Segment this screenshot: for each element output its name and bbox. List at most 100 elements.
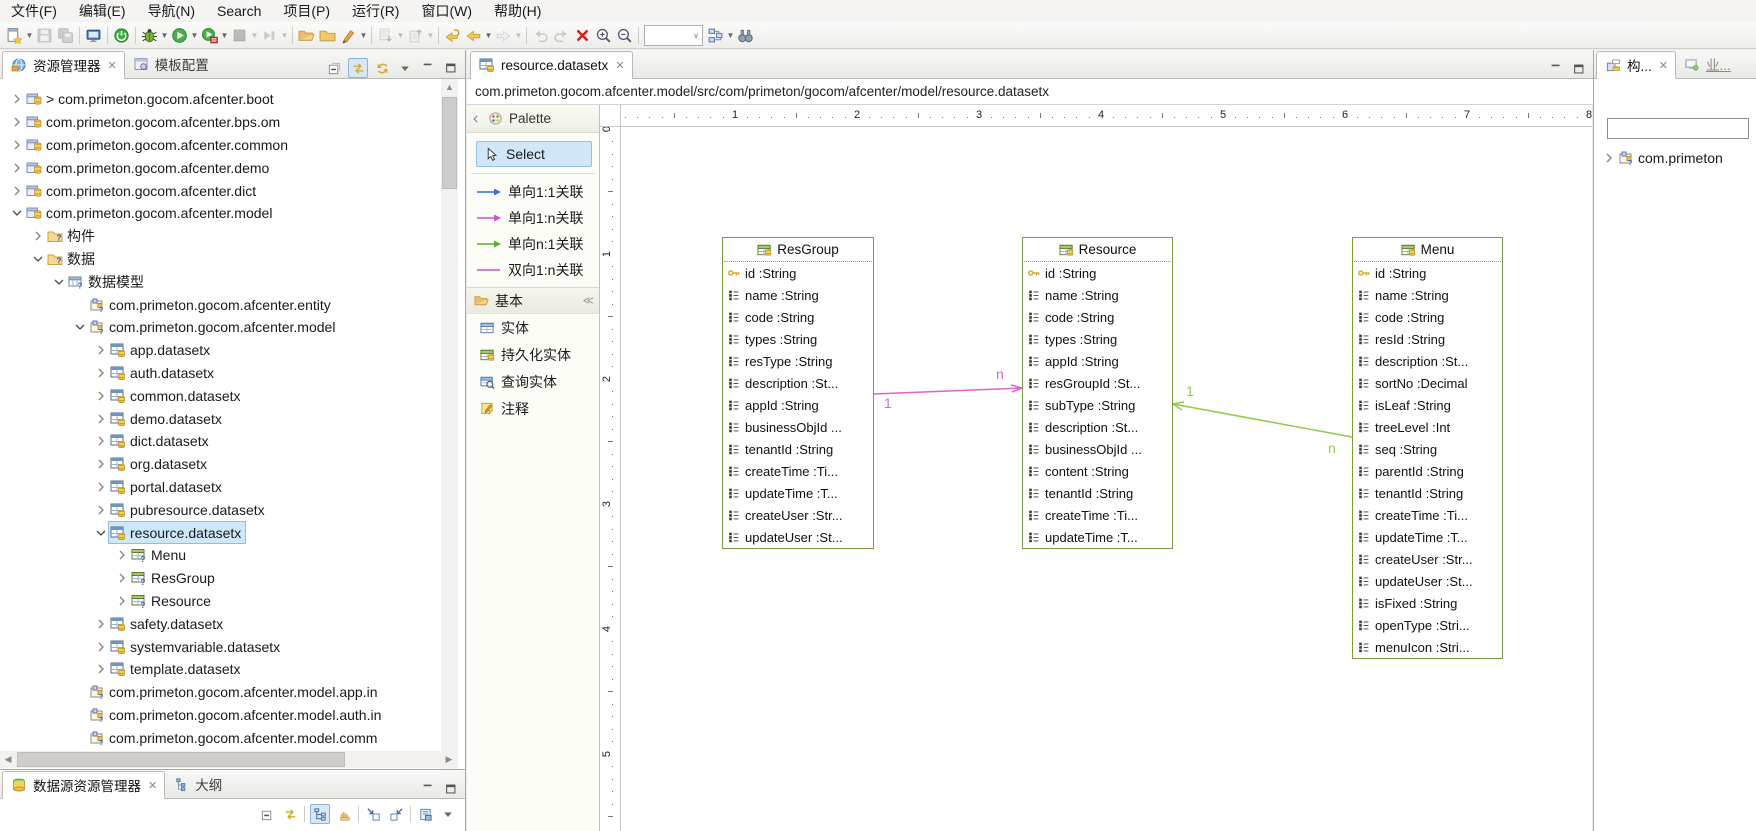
dropdown-arrow-icon[interactable]: ▼ [514, 31, 523, 40]
chevron-right-icon[interactable] [8, 114, 25, 130]
entity-field[interactable]: updateTime :T... [1023, 526, 1172, 548]
entity-box-resource[interactable]: Resourceid :Stringname :Stringcode :Stri… [1022, 237, 1173, 549]
tree-item-body[interactable]: ?Menu [130, 545, 190, 566]
tab-resource-explorer[interactable]: 资源管理器 ✕ [2, 51, 125, 79]
tree-item[interactable]: ?com.primeton.gocom.afcenter.model.auth.… [0, 704, 441, 727]
entity-box-resgroup[interactable]: ResGroupid :Stringname :Stringcode :Stri… [722, 237, 874, 549]
tree-item[interactable]: ?com.primeton.gocom.afcenter.model.app.i… [0, 681, 441, 704]
minimize-icon[interactable] [1547, 60, 1565, 78]
chevron-down-icon[interactable] [8, 205, 25, 221]
palette-tool-单向n:1关联[interactable]: 单向n:1关联 [467, 231, 599, 257]
run-history-icon[interactable] [199, 25, 220, 46]
tab-components[interactable]: 构... ✕ [1596, 51, 1676, 79]
open-console-icon[interactable] [83, 25, 104, 46]
dropdown-arrow-icon[interactable]: ▼ [426, 31, 435, 40]
entity-field[interactable]: name :String [723, 284, 873, 306]
debug-icon[interactable] [139, 25, 160, 46]
entity-field[interactable]: code :String [723, 306, 873, 328]
component-search-input[interactable] [1607, 118, 1749, 139]
link-with-editor-icon[interactable] [348, 58, 368, 78]
tree-item-body[interactable]: > com.primeton.gocom.afcenter.boot [25, 89, 278, 110]
tree-item[interactable]: ?数据模型 [0, 270, 441, 293]
palette-header[interactable]: Palette [467, 105, 599, 133]
entity-field[interactable]: updateUser :St... [1353, 570, 1502, 592]
tree-item[interactable]: ?Menu [0, 544, 441, 567]
entity-field[interactable]: subType :String [1023, 394, 1172, 416]
start-server-icon[interactable] [111, 25, 132, 46]
palette-drawer-basic[interactable]: 基本 ≪ [467, 287, 599, 314]
tree-item[interactable]: dict.datasetx [0, 430, 441, 453]
tree-vertical-scrollbar[interactable]: ▲ ▼ [441, 79, 458, 771]
tree-item-body[interactable]: ?com.primeton.gocom.afcenter.model.comm [88, 727, 381, 748]
tree-item-body[interactable]: ?数据 [46, 248, 99, 269]
tree-item[interactable]: ?数据 [0, 248, 441, 271]
tree-item-body[interactable]: ?com.primeton.gocom.afcenter.model.app.i… [88, 682, 381, 703]
menu-run[interactable]: 运行(R) [341, 1, 410, 21]
entity-field[interactable]: updateUser :St... [723, 526, 873, 548]
save-form-icon[interactable] [416, 805, 434, 823]
entity-field[interactable]: parentId :String [1353, 460, 1502, 482]
scroll-up-icon[interactable]: ▲ [441, 79, 458, 95]
entity-field[interactable]: id :String [1023, 262, 1172, 284]
entity-field[interactable]: businessObjId ... [1023, 438, 1172, 460]
tree-item-body[interactable]: org.datasetx [109, 454, 211, 475]
run-icon[interactable] [169, 25, 190, 46]
minimize-icon[interactable] [419, 780, 437, 798]
dropdown-arrow-icon[interactable]: ▼ [726, 31, 735, 40]
tree-item-body[interactable]: ?ResGroup [130, 568, 219, 589]
tree-item-body[interactable]: auth.datasetx [109, 362, 218, 383]
dropdown-arrow-icon[interactable]: ▼ [280, 31, 289, 40]
tree-item[interactable]: ?com.primeton.gocom.afcenter.model.comm [0, 726, 441, 749]
entity-box-menu[interactable]: Menuid :Stringname :Stringcode :Stringre… [1352, 237, 1503, 659]
tab-outline[interactable]: 大纲 [165, 770, 229, 798]
chevron-right-icon[interactable] [113, 547, 130, 563]
dropdown-arrow-icon[interactable]: ▼ [190, 31, 199, 40]
entity-field[interactable]: resGroupId :St... [1023, 372, 1172, 394]
tree-item-body[interactable]: ?com.primeton.gocom.afcenter.model [88, 317, 339, 338]
component-tree-item[interactable]: ? com.primeton [1600, 150, 1756, 166]
collapse-all-icon[interactable] [258, 805, 276, 823]
tree-item[interactable]: portal.datasetx [0, 476, 441, 499]
tree-view-icon[interactable] [310, 804, 330, 824]
scroll-right-icon[interactable]: ▶ [441, 751, 457, 768]
entity-field[interactable]: createTime :Ti... [723, 460, 873, 482]
tree-item-body[interactable]: com.primeton.gocom.afcenter.model [25, 203, 276, 224]
scrollbar-thumb[interactable] [442, 97, 457, 189]
tree-horizontal-scrollbar[interactable]: ◀ ▶ [0, 751, 458, 768]
tree-item[interactable]: demo.datasetx [0, 407, 441, 430]
diagram-canvas[interactable]: 1n1n ResGroupid :Stringname :Stringcode … [621, 127, 1592, 831]
toolbar-combo[interactable]: ∨ [644, 25, 703, 46]
menu-window[interactable]: 窗口(W) [410, 1, 483, 21]
dropdown-arrow-icon[interactable]: ▼ [250, 31, 259, 40]
tree-item-body[interactable]: demo.datasetx [109, 408, 226, 429]
entity-field[interactable]: id :String [1353, 262, 1502, 284]
entity-field[interactable]: createTime :Ti... [1023, 504, 1172, 526]
close-icon[interactable]: ✕ [108, 59, 117, 72]
entity-field[interactable]: businessObjId ... [723, 416, 873, 438]
entity-field[interactable]: createUser :Str... [1353, 548, 1502, 570]
tree-item[interactable]: safety.datasetx [0, 612, 441, 635]
search-binoculars-icon[interactable] [735, 25, 756, 46]
entity-field[interactable]: id :String [723, 262, 873, 284]
entity-field[interactable]: name :String [1023, 284, 1172, 306]
maximize-icon[interactable] [442, 780, 460, 798]
tree-item[interactable]: app.datasetx [0, 339, 441, 362]
tree-item-body[interactable]: ?com.primeton.gocom.afcenter.model.auth.… [88, 704, 385, 725]
maximize-icon[interactable] [442, 59, 460, 77]
tree-item[interactable]: resource.datasetx [0, 521, 441, 544]
entity-field[interactable]: types :String [723, 328, 873, 350]
chevron-right-icon[interactable] [92, 639, 109, 655]
refresh-icon[interactable] [373, 59, 391, 77]
breadcrumb[interactable]: com.primeton.gocom.afcenter.model/src/co… [467, 79, 1593, 105]
close-icon[interactable]: ✕ [148, 779, 157, 792]
palette-tool-实体[interactable]: 实体 [467, 314, 599, 341]
tree-item-body[interactable]: ?构件 [46, 226, 99, 247]
tree-item-body[interactable]: resource.datasetx [109, 522, 245, 543]
chevron-right-icon[interactable] [29, 228, 46, 244]
entity-field[interactable]: updateTime :T... [1353, 526, 1502, 548]
open-project-icon[interactable] [317, 25, 338, 46]
tree-item[interactable]: com.primeton.gocom.afcenter.dict [0, 179, 441, 202]
view-menu-icon[interactable] [396, 59, 414, 77]
tree-item-body[interactable]: systemvariable.datasetx [109, 636, 284, 657]
tree-item[interactable]: ?Resource [0, 590, 441, 613]
